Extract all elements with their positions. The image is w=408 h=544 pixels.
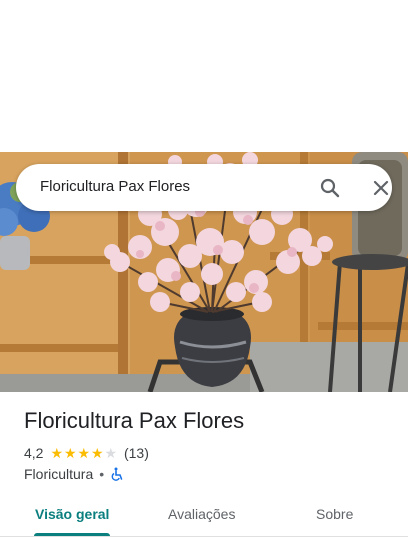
review-count[interactable]: (13) <box>124 445 149 461</box>
rating-value: 4,2 <box>24 445 44 461</box>
star-filled-icon: ★ <box>63 445 77 461</box>
search-bar[interactable]: Floricultura Pax Flores <box>16 164 392 211</box>
rating-row[interactable]: 4,2 ★ ★ ★ ★ ★ (13) <box>24 444 149 462</box>
category-row: Floricultura • <box>24 465 124 483</box>
active-tab-indicator <box>34 533 110 536</box>
place-title: Floricultura Pax Flores <box>24 408 245 433</box>
star-empty-icon: ★ <box>104 445 118 461</box>
search-icon[interactable] <box>318 176 342 200</box>
place-category: Floricultura <box>24 466 94 482</box>
tab-about[interactable]: Sobre <box>316 492 353 536</box>
tab-bar: Visão geral Avaliações Sobre <box>0 492 408 537</box>
star-rating: ★ ★ ★ ★ ★ <box>50 446 118 460</box>
close-icon[interactable] <box>369 176 393 200</box>
star-filled-icon: ★ <box>50 445 64 461</box>
star-filled-icon: ★ <box>77 445 91 461</box>
search-input[interactable]: Floricultura Pax Flores <box>40 178 190 195</box>
tab-overview[interactable]: Visão geral <box>35 492 109 536</box>
tab-reviews[interactable]: Avaliações <box>168 492 235 536</box>
blank-map-area <box>0 0 408 152</box>
separator-dot: • <box>99 466 105 482</box>
wheelchair-icon[interactable] <box>110 467 124 481</box>
star-filled-icon: ★ <box>90 445 104 461</box>
